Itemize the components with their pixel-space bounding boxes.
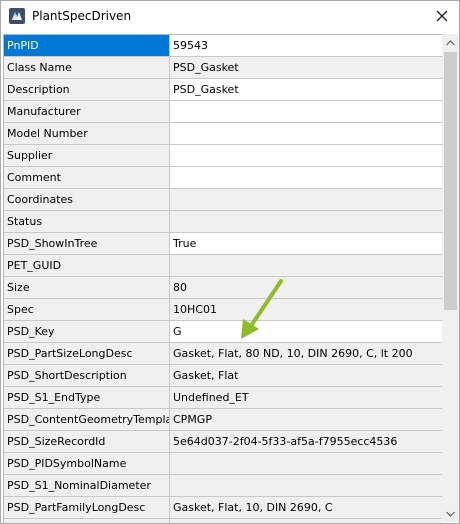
vertical-scrollbar[interactable] — [442, 34, 459, 522]
property-value[interactable] — [170, 123, 442, 144]
property-row[interactable]: Coordinates — [4, 189, 442, 211]
property-row[interactable]: PSD_S1_EndType Undefined_ET — [4, 387, 442, 409]
property-value — [170, 255, 442, 276]
property-name[interactable]: Coordinates — [4, 189, 170, 210]
green-arrow-annotation — [241, 279, 283, 339]
property-name[interactable]: Comment — [4, 167, 170, 188]
property-value[interactable] — [170, 167, 442, 188]
window-title: PlantSpecDriven — [32, 9, 132, 23]
property-row[interactable]: PSD_PartFamilyLongDesc Gasket, Flat, 10, … — [4, 497, 442, 519]
property-name[interactable]: Supplier — [4, 145, 170, 166]
property-name[interactable]: PSD_PartFamilyLongDesc — [4, 497, 170, 518]
property-row[interactable]: PSD_PIDSymbolName — [4, 453, 442, 475]
property-row[interactable]: Comment — [4, 167, 442, 189]
scroll-down-arrow-icon[interactable] — [442, 505, 459, 522]
property-value[interactable]: PSD_Gasket — [170, 79, 442, 100]
property-value — [170, 519, 442, 523]
property-value — [170, 475, 442, 496]
property-name[interactable]: Model Number — [4, 123, 170, 144]
property-name[interactable]: PSD_S1_EndType — [4, 387, 170, 408]
property-row[interactable]: PSD_S1_NominalDiameter — [4, 475, 442, 497]
property-row[interactable]: PSD_SizeRecordId 5e64d037-2f04-5f33-af5a-… — [4, 431, 442, 453]
property-value: 80 — [170, 277, 442, 298]
title-bar[interactable]: PlantSpecDriven — [1, 1, 459, 32]
property-value: Undefined_ET — [170, 387, 442, 408]
property-row[interactable]: Class Name PSD_Gasket — [4, 57, 442, 79]
property-value: Gasket, Flat, 10, DIN 2690, C — [170, 497, 442, 518]
scroll-up-arrow-icon[interactable] — [442, 34, 459, 51]
property-value[interactable]: 59543 — [170, 35, 442, 56]
app-icon — [9, 8, 25, 24]
property-row[interactable]: Model Number — [4, 123, 442, 145]
property-row[interactable]: Supplier — [4, 145, 442, 167]
property-row[interactable]: PSD_PartSizeLongDesc Gasket, Flat, 80 ND,… — [4, 343, 442, 365]
property-row[interactable]: PnPID 59543 — [4, 35, 442, 57]
property-value[interactable]: G — [170, 321, 442, 342]
property-row[interactable]: Status — [4, 211, 442, 233]
property-name[interactable]: PnPID — [4, 35, 170, 56]
property-value: 5e64d037-2f04-5f33-af5a-f7955ecc4536 — [170, 431, 442, 452]
property-row[interactable]: PSD_ContentGeometryTemplate CPMGP — [4, 409, 442, 431]
property-window: PlantSpecDriven PnPID 59543 Class Name PSD_… — [0, 0, 460, 524]
property-value: PSD_Gasket — [170, 57, 442, 78]
property-name[interactable]: PSD_SizeRecordId — [4, 431, 170, 452]
property-row[interactable]: Size 80 — [4, 277, 442, 299]
property-value[interactable] — [170, 145, 442, 166]
property-name[interactable]: PSD_ContentGeometryTemplate — [4, 409, 170, 430]
close-icon[interactable] — [429, 5, 455, 27]
property-name[interactable] — [4, 519, 170, 523]
property-row[interactable]: PSD_Key G — [4, 321, 442, 343]
property-value: 10HC01 — [170, 299, 442, 320]
property-value: Gasket, Flat — [170, 365, 442, 386]
property-row[interactable]: PET_GUID — [4, 255, 442, 277]
property-name[interactable]: PSD_PIDSymbolName — [4, 453, 170, 474]
property-name[interactable]: PSD_Key — [4, 321, 170, 342]
property-name[interactable]: Class Name — [4, 57, 170, 78]
property-value[interactable]: True — [170, 233, 442, 254]
property-row[interactable]: PSD_ShowInTree True — [4, 233, 442, 255]
property-name[interactable]: PSD_PartSizeLongDesc — [4, 343, 170, 364]
property-row[interactable] — [4, 519, 442, 523]
scroll-thumb[interactable] — [444, 52, 457, 310]
property-name[interactable]: Spec — [4, 299, 170, 320]
property-row[interactable]: Description PSD_Gasket — [4, 79, 442, 101]
property-row[interactable]: Spec 10HC01 — [4, 299, 442, 321]
property-value[interactable] — [170, 101, 442, 122]
property-name[interactable]: Description — [4, 79, 170, 100]
property-row[interactable]: Manufacturer — [4, 101, 442, 123]
property-name[interactable]: PSD_S1_NominalDiameter — [4, 475, 170, 496]
property-name[interactable]: Status — [4, 211, 170, 232]
property-value — [170, 189, 442, 210]
property-value: CPMGP — [170, 409, 442, 430]
property-name[interactable]: PSD_ShortDescription — [4, 365, 170, 386]
property-value — [170, 211, 442, 232]
property-name[interactable]: PSD_ShowInTree — [4, 233, 170, 254]
property-name[interactable]: Manufacturer — [4, 101, 170, 122]
property-name[interactable]: Size — [4, 277, 170, 298]
property-grid: PnPID 59543 Class Name PSD_Gasket Descriptio… — [3, 34, 442, 523]
property-row[interactable]: PSD_ShortDescription Gasket, Flat — [4, 365, 442, 387]
property-value — [170, 453, 442, 474]
property-name[interactable]: PET_GUID — [4, 255, 170, 276]
property-value: Gasket, Flat, 80 ND, 10, DIN 2690, C, lt… — [170, 343, 442, 364]
